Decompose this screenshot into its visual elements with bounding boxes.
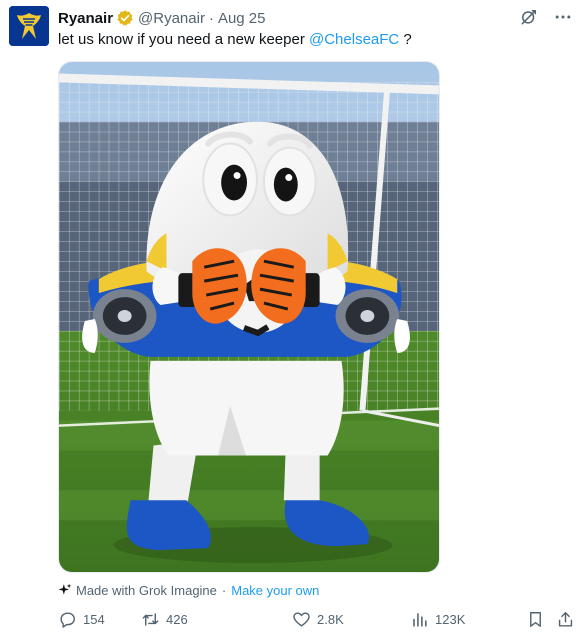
ryanair-logo-icon [9, 6, 49, 46]
tweet-image[interactable] [58, 61, 440, 573]
mention-link[interactable]: @ChelseaFC [309, 31, 399, 48]
made-with-label: Made with Grok Imagine [76, 582, 217, 598]
display-name[interactable]: Ryanair [58, 10, 113, 27]
header-separator: · [208, 9, 214, 27]
mascot-goalkeeper-image [59, 62, 439, 572]
tweet-top-actions [519, 7, 573, 27]
user-handle[interactable]: @Ryanair [138, 10, 205, 27]
bookmark-icon [530, 612, 541, 627]
retweet-icon [142, 613, 159, 626]
tweet-text-tail: ? [399, 31, 412, 48]
reply-count: 154 [83, 612, 105, 627]
views-chart-icon [413, 613, 427, 627]
like-button[interactable]: 2.8K [292, 610, 344, 629]
heart-icon [293, 612, 310, 627]
retweet-button[interactable]: 426 [141, 610, 188, 629]
more-options-icon[interactable] [553, 7, 573, 27]
grok-icon[interactable] [519, 7, 539, 27]
bookmark-button[interactable] [526, 610, 545, 629]
tweet-date[interactable]: Aug 25 [218, 10, 266, 27]
retweet-count: 426 [166, 612, 188, 627]
views-button[interactable]: 123K [410, 610, 465, 629]
sparkle-icon [58, 583, 72, 595]
share-button[interactable] [556, 610, 575, 629]
make-your-own-link[interactable]: Make your own [231, 583, 319, 598]
tweet-header: Ryanair @Ryanair · Aug 25 [58, 8, 266, 28]
tweet-text: let us know if you need a new keeper @Ch… [58, 30, 412, 50]
made-with-note: Made with Grok Imagine · Make your own [58, 580, 319, 600]
tweet-text-body: let us know if you need a new keeper [58, 31, 309, 48]
share-icon [558, 612, 573, 627]
made-with-separator: · [221, 582, 227, 598]
like-count: 2.8K [317, 612, 344, 627]
reply-icon [60, 612, 75, 628]
tweet: Ryanair @Ryanair · Aug 25 let us know if… [0, 0, 587, 634]
verified-badge-icon[interactable] [116, 9, 134, 27]
tweet-actions: 154 426 2.8K 123K [58, 609, 573, 631]
views-count: 123K [435, 612, 466, 627]
avatar[interactable] [9, 6, 49, 46]
reply-button[interactable]: 154 [58, 610, 105, 629]
